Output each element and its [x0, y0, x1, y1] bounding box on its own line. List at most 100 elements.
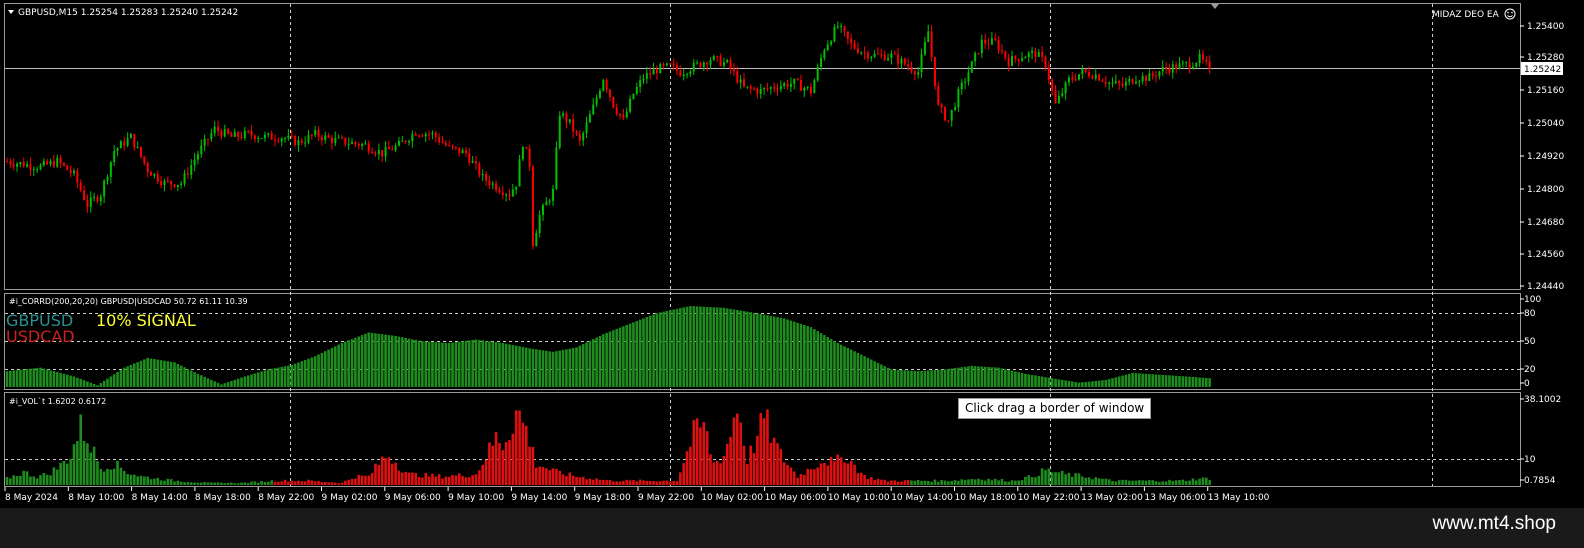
candle-body: [287, 135, 290, 139]
corr-bar: [1138, 373, 1141, 387]
candle-body: [421, 135, 424, 137]
candle-body: [706, 62, 709, 65]
corr-bar: [1071, 381, 1074, 387]
candle-body: [1175, 64, 1178, 70]
volume-bar: [444, 476, 448, 485]
volume-bar: [1004, 481, 1007, 485]
candle-body: [99, 196, 102, 202]
candle-body: [1141, 75, 1144, 82]
candle-body: [478, 163, 481, 176]
candle-body: [1004, 51, 1007, 58]
volume-bar: [950, 481, 953, 485]
corr-bar: [1004, 369, 1007, 387]
corr-bar: [173, 362, 176, 387]
candle-body: [1151, 73, 1154, 76]
corr-bar: [1030, 374, 1034, 387]
corr-bar: [732, 309, 736, 387]
corr-bar: [1117, 376, 1121, 387]
candle-body: [572, 119, 575, 132]
candle-body: [773, 87, 776, 89]
candle-body: [434, 132, 437, 138]
volume-bar: [642, 480, 645, 485]
vol-tick: 10: [1524, 455, 1536, 465]
volume-bar: [350, 478, 354, 485]
candle-body: [545, 201, 548, 206]
candle-body: [203, 138, 206, 146]
corr-bar: [377, 333, 381, 387]
volume-bar: [782, 462, 786, 485]
corr-bar: [427, 341, 431, 387]
candle-body: [910, 66, 913, 72]
corr-bar: [796, 322, 799, 387]
corr-bar: [1208, 378, 1211, 387]
corr-bar: [287, 365, 290, 387]
candle-body: [846, 31, 849, 39]
volume-bar: [441, 478, 444, 485]
volume-bar: [558, 470, 562, 485]
volume-bar: [156, 477, 160, 485]
candle-body: [200, 145, 203, 155]
corr-bar: [444, 342, 448, 387]
time-tick: 8 May 10:00: [68, 493, 124, 503]
volume-bar: [1091, 479, 1094, 485]
corr-bar: [1000, 368, 1004, 387]
volume-bar: [256, 482, 260, 485]
candle-body: [330, 137, 333, 144]
candle-body: [253, 135, 256, 140]
corr-bar: [139, 360, 143, 387]
corr-bar: [746, 311, 749, 387]
candle-body: [826, 44, 829, 51]
volume-bar: [283, 479, 287, 485]
corr-bar: [72, 376, 76, 387]
volume-bar: [112, 468, 116, 485]
corr-bar: [772, 316, 776, 387]
corr-bar: [585, 342, 588, 387]
volume-bar: [900, 481, 903, 485]
corr-bar: [414, 339, 417, 387]
candle-body: [1198, 53, 1201, 63]
volume-bar: [320, 481, 324, 485]
candle-body: [290, 135, 293, 137]
volume-bar: [739, 422, 742, 485]
volume-bar: [1044, 470, 1047, 485]
chart-window[interactable]: 1.25400 1.25280 1.25160 1.25040 1.24920 …: [0, 0, 1584, 548]
candle-body: [143, 156, 146, 164]
corr-bar: [558, 350, 562, 387]
candle-body: [59, 157, 62, 164]
volume-bar: [394, 462, 397, 485]
corr-bar: [873, 361, 876, 387]
corr-bar: [283, 366, 287, 387]
corr-bar: [642, 318, 645, 387]
volume-bar: [106, 468, 109, 485]
candle-body: [619, 113, 622, 116]
volume-bar: [360, 475, 364, 485]
candle-body: [933, 57, 936, 87]
candle-body: [1165, 66, 1168, 69]
corr-bar: [89, 382, 93, 387]
corr-bar: [581, 344, 585, 387]
corr-bar: [183, 367, 186, 387]
time-tick: 8 May 2024: [5, 493, 58, 503]
corr-bar: [675, 308, 679, 387]
time-tick: 10 May 22:00: [1018, 493, 1080, 503]
candle-body: [428, 134, 431, 136]
candle-body: [1168, 68, 1171, 73]
corr-bar: [42, 368, 46, 387]
corr-bar: [313, 356, 317, 387]
candle-body: [525, 147, 528, 149]
candle-body: [73, 170, 75, 174]
volume-bar: [317, 480, 320, 485]
volume-bar: [1087, 477, 1091, 485]
corr-bar: [705, 306, 709, 387]
candle-body: [324, 135, 327, 141]
candle-body: [451, 145, 454, 147]
time-tick: 13 May 02:00: [1081, 493, 1143, 503]
volume-bar: [1034, 477, 1037, 485]
volume-bar: [340, 482, 344, 485]
corr-bar: [407, 338, 411, 387]
volume-bar: [1071, 476, 1074, 485]
corr-bar: [903, 370, 907, 387]
candle-body: [1108, 82, 1111, 84]
volume-bar: [310, 480, 314, 485]
candle-body: [351, 141, 354, 144]
